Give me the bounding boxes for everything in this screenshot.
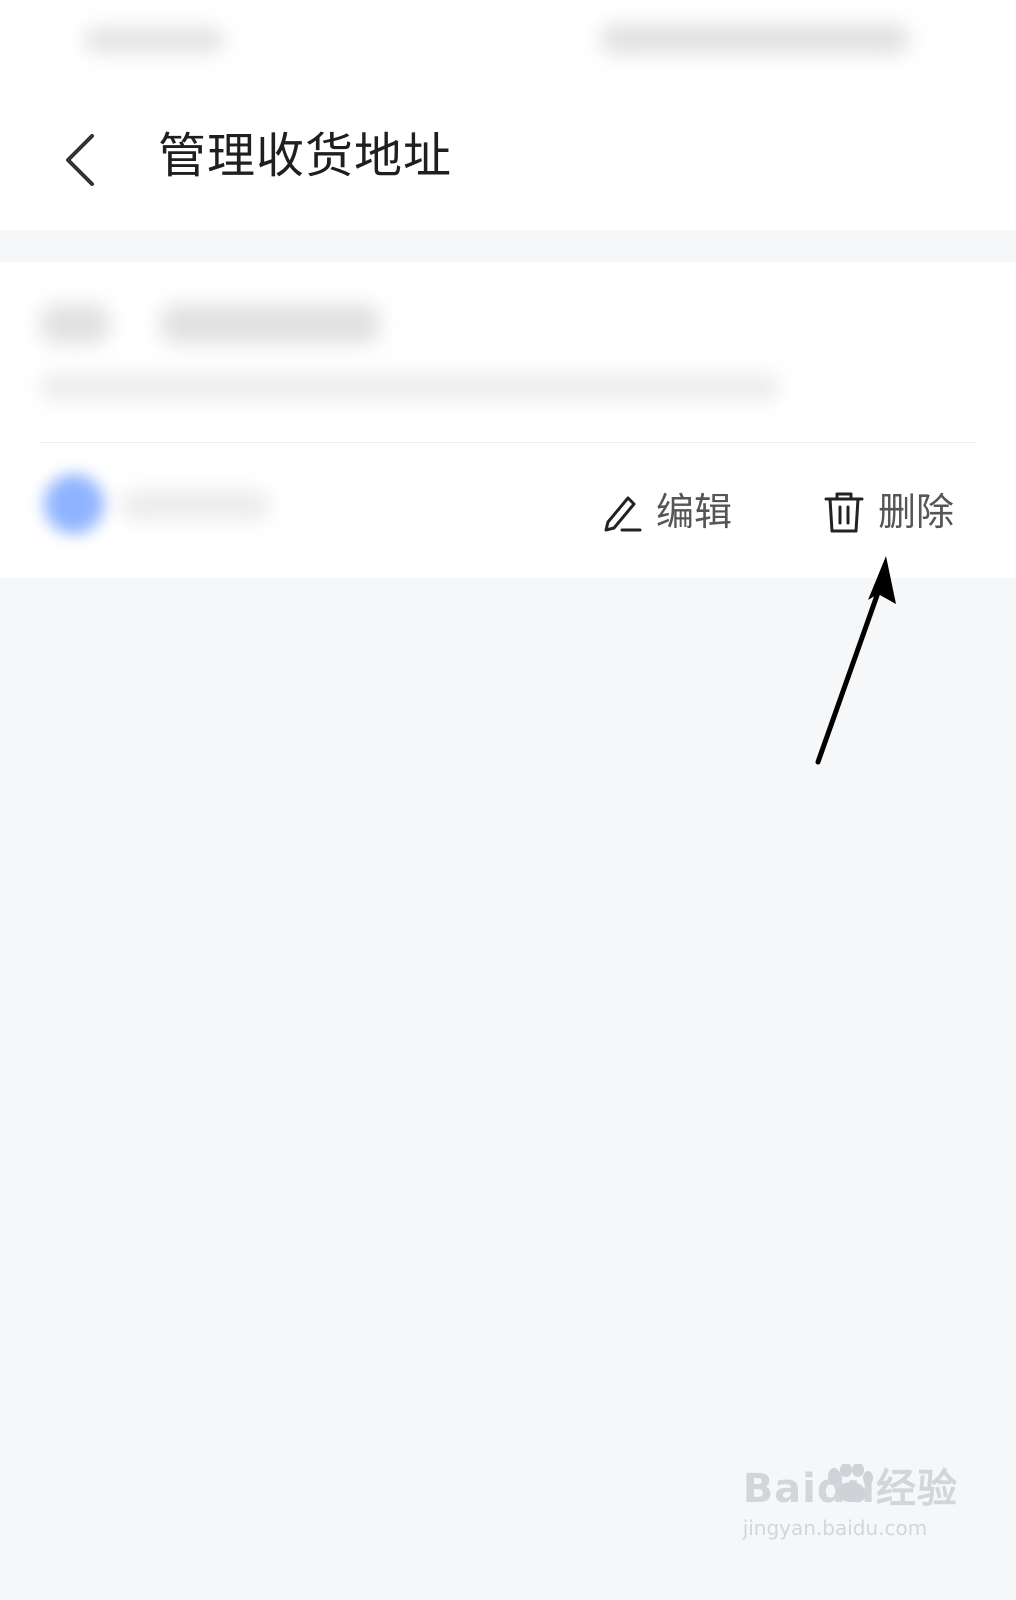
annotation-arrow-icon bbox=[815, 556, 896, 765]
page-title: 管理收货地址 bbox=[158, 128, 453, 184]
card-divider bbox=[40, 442, 976, 443]
watermark-brand: Baidu经验 bbox=[742, 1466, 958, 1512]
delete-label: 删除 bbox=[878, 490, 955, 534]
edit-label: 编辑 bbox=[656, 490, 733, 534]
delete-button[interactable]: 删除 bbox=[822, 484, 954, 540]
default-label-blurred bbox=[120, 490, 270, 520]
status-bar bbox=[0, 0, 1016, 90]
status-icons-blurred bbox=[600, 24, 910, 54]
edit-button[interactable]: 编辑 bbox=[600, 484, 732, 540]
recipient-phone-blurred bbox=[160, 304, 380, 344]
app-header: 管理收货地址 bbox=[0, 90, 1016, 230]
watermark: Baidu经验 jingyan.baidu.com bbox=[743, 1456, 958, 1540]
trash-icon bbox=[824, 492, 864, 533]
status-time-blurred bbox=[84, 28, 224, 52]
address-line-blurred bbox=[40, 374, 780, 400]
back-button[interactable] bbox=[50, 120, 110, 200]
address-card[interactable]: 编辑 删除 bbox=[0, 262, 1016, 578]
recipient-name-blurred bbox=[40, 304, 110, 344]
chevron-left-icon bbox=[66, 134, 94, 186]
pencil-icon bbox=[604, 496, 642, 532]
default-address-radio[interactable] bbox=[44, 474, 104, 534]
watermark-url: jingyan.baidu.com bbox=[742, 1516, 928, 1540]
